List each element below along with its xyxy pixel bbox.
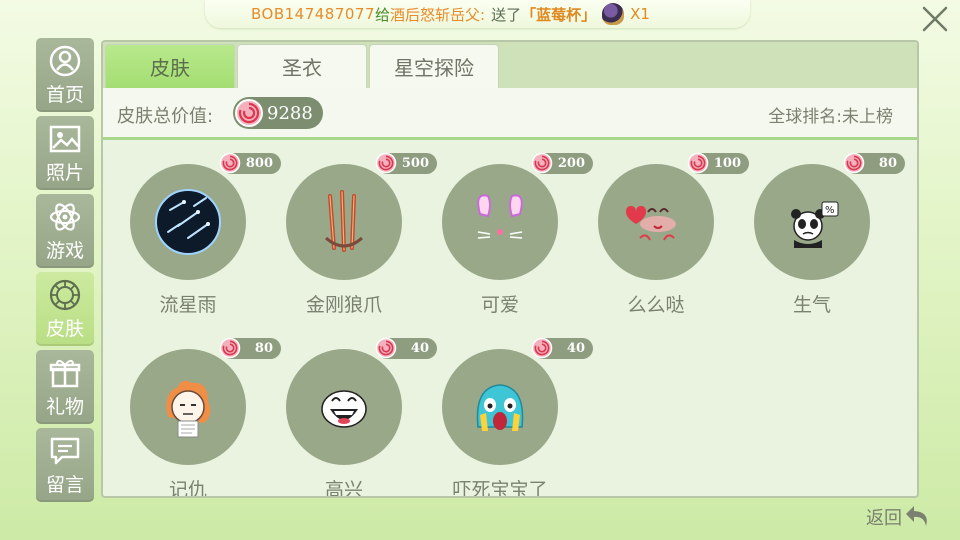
skin-name: 金刚狼爪 [305,294,382,316]
tab-skins[interactable]: 皮肤 [105,44,235,88]
skin-thumbnail [130,349,246,465]
tab-star-adventure[interactable]: 星空探险 [369,44,499,88]
nav-item-photos[interactable]: 照片 [36,116,94,190]
gift-icon [49,359,81,387]
skin-grid: 800 流星雨 500 金刚狼爪 200 可爱 100 么么哒 % 80 生气 … [103,143,917,496]
close-button[interactable] [918,4,952,38]
nav-item-home[interactable]: 首页 [36,38,94,112]
candy-icon [235,99,263,127]
return-arrow-icon [906,506,927,526]
skin-name: 么么哒 [627,294,685,316]
skins-panel: 皮肤 圣衣 星空探险 皮肤总价值: 9288 全球排名:未上榜 800 流星雨 … [101,40,919,498]
skin-thumbnail [442,349,558,465]
nav-label-messages: 留言 [45,473,84,496]
skin-name: 吓死宝宝了 [452,479,548,498]
skin-item-cute[interactable]: 200 可爱 [415,143,593,316]
skin-thumbnail [286,349,402,465]
skin-icon [49,279,81,310]
close-icon [922,6,948,32]
photo-icon [49,125,81,152]
skin-price-badge: 40 [531,337,593,359]
nav-item-gifts[interactable]: 礼物 [36,350,94,424]
banner-gift-name: 「蓝莓杯」 [521,5,597,24]
candy-icon [375,152,397,174]
side-nav: 首页 照片 游戏 皮肤 礼物 留言 [36,38,94,506]
back-label: 返回 [866,508,902,529]
nav-label-gifts: 礼物 [45,395,84,418]
skin-price-badge: 80 [843,152,905,174]
skin-item-happy[interactable]: 40 高兴 [259,328,437,496]
nav-item-messages[interactable]: 留言 [36,428,94,502]
candy-icon [375,337,397,359]
skin-price: 40 [566,341,585,356]
nav-item-games[interactable]: 游戏 [36,194,94,268]
total-value: 9288 [267,102,313,124]
nav-label-home: 首页 [45,83,84,106]
skin-name: 生气 [792,294,831,316]
kiss-face-icon [626,206,676,241]
skin-item-wolverine-claw[interactable]: 500 金刚狼爪 [259,143,437,316]
skin-item-scared[interactable]: 40 吓死宝宝了 [415,328,593,496]
candy-icon [531,337,553,359]
skin-item-grudge[interactable]: 80 记仇 [103,328,281,496]
skin-thumbnail [598,164,714,280]
skin-item-meteor-shower[interactable]: 800 流星雨 [103,143,281,316]
atom-icon [49,202,81,231]
banner-recipient: 酒后怒斩岳父: [390,5,486,24]
banner-verb: 给 [375,5,391,24]
banner-sent-text: 送了 [491,5,522,24]
skin-item-kiss[interactable]: 100 么么哒 [571,143,749,316]
panda-face-icon: % [791,201,839,248]
nav-item-skins[interactable]: 皮肤 [36,272,94,346]
candy-icon [843,152,865,174]
candy-icon [219,152,241,174]
svg-text:%: % [825,205,835,216]
blueberry-cup-icon [602,3,625,25]
global-rank: 全球排名:未上榜 [768,107,893,127]
skin-thumbnail [442,164,558,280]
gift-broadcast-banner: BOB147487077 给 酒后怒斩岳父: 送了 「蓝莓杯」 X1 [205,0,750,28]
skin-name: 记仇 [168,479,207,498]
skin-thumbnail [286,164,402,280]
back-button[interactable]: 返回 [866,503,932,531]
banner-multiplier: X1 [630,5,650,23]
meteor-shower-icon [155,189,221,255]
tab-bar: 皮肤 圣衣 星空探险 [103,42,917,88]
skin-value-summary: 皮肤总价值: 9288 全球排名:未上榜 [103,88,917,140]
tab-holy-cloth[interactable]: 圣衣 [237,44,367,88]
total-value-badge: 9288 [233,97,323,129]
skin-price: 80 [878,156,897,171]
home-icon [49,45,81,76]
message-icon [50,437,80,464]
skin-name: 高兴 [324,479,363,498]
skin-thumbnail: % [754,164,870,280]
skin-name: 可爱 [480,294,519,316]
claw-icon [325,190,363,252]
skin-thumbnail [130,164,246,280]
bunny-ears-icon [477,194,523,239]
nav-label-games: 游戏 [45,239,84,262]
scared-face-icon [476,384,524,431]
banner-sender: BOB147487077 [251,5,376,23]
grudge-face-icon [166,380,211,438]
skin-item-angry[interactable]: % 80 生气 [727,143,905,316]
laughing-face-icon [321,390,367,428]
nav-label-skins: 皮肤 [45,317,84,340]
candy-icon [531,152,553,174]
candy-icon [219,337,241,359]
skin-name: 流星雨 [159,294,217,316]
nav-label-photos: 照片 [45,161,84,184]
total-value-label: 皮肤总价值: [117,106,214,127]
candy-icon [687,152,709,174]
